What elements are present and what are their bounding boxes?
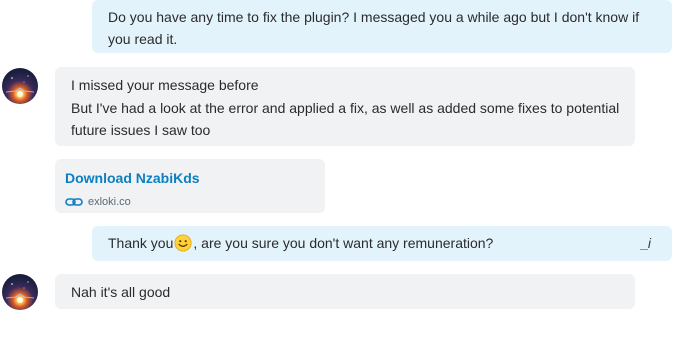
message-text: Do you have any time to fix the plugin? … (108, 9, 640, 47)
message-text-part: , are you sure you don't want any remune… (193, 235, 494, 251)
avatar[interactable] (2, 68, 38, 104)
message-text-part: Thank you (108, 235, 174, 251)
smiley-emoji-icon (174, 234, 192, 252)
outgoing-message[interactable]: Thank you , are you sure you don't want … (92, 226, 672, 261)
edited-marker: _i (641, 235, 651, 251)
link-title[interactable]: Download NzabiKds (65, 168, 315, 188)
incoming-message[interactable]: Nah it's all good (55, 274, 635, 309)
link-host: exloki.co (88, 196, 131, 208)
link-host-row: exloki.co (65, 191, 315, 213)
outgoing-message[interactable]: Do you have any time to fix the plugin? … (92, 0, 672, 53)
message-text: Thank you , are you sure you don't want … (108, 232, 658, 254)
avatar[interactable] (2, 274, 38, 310)
avatar-image-icon (5, 281, 35, 303)
link-preview-card[interactable]: Download NzabiKds exloki.co (55, 159, 325, 213)
avatar-image-icon (5, 75, 35, 97)
incoming-message[interactable]: I missed your message before But I've ha… (55, 67, 635, 146)
message-text: I missed your message before (71, 77, 259, 93)
message-text: Nah it's all good (71, 284, 171, 300)
link-icon (65, 198, 83, 206)
message-text: But I've had a look at the error and app… (71, 100, 620, 138)
